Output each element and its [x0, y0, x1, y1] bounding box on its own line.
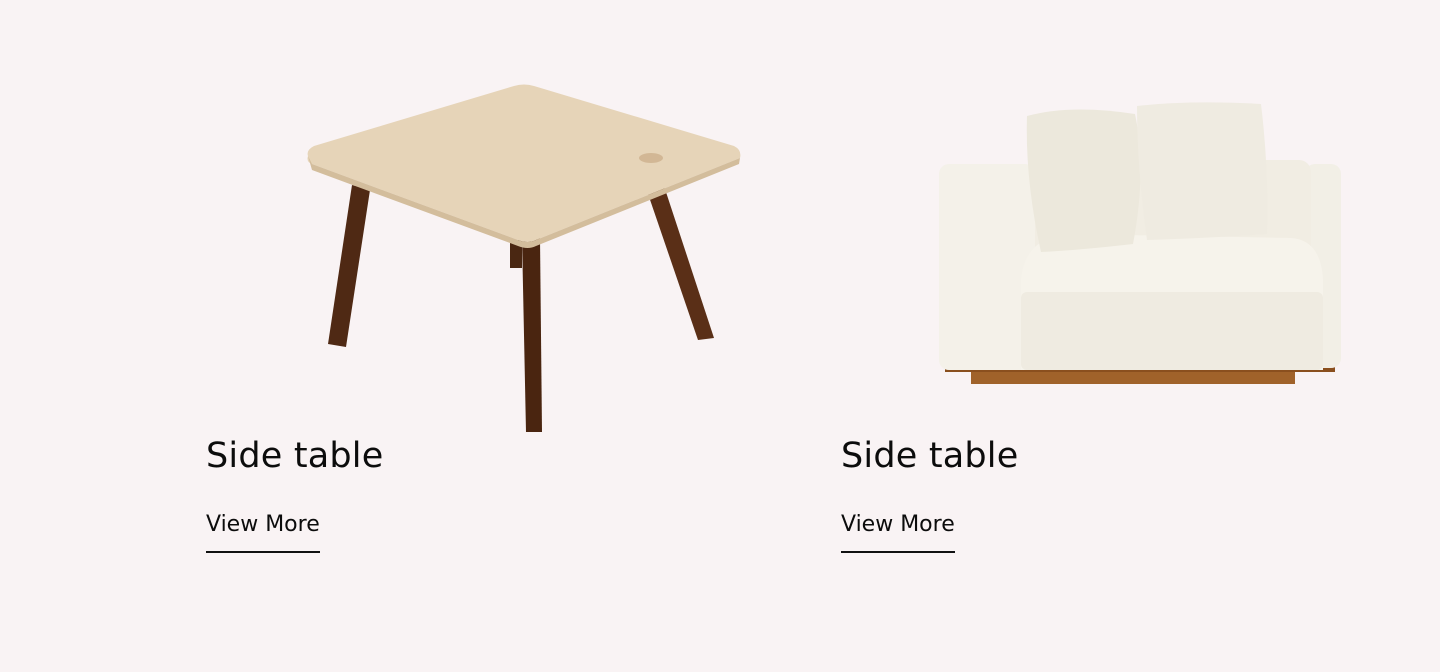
view-more-link[interactable]: View More: [841, 512, 955, 553]
product-title: Side table: [841, 436, 1019, 476]
product-card: Side table View More: [841, 0, 1401, 672]
product-grid: Side table View More Side table View Mor…: [0, 0, 1440, 672]
product-title: Side table: [206, 436, 384, 476]
product-card: Side table View More: [206, 0, 766, 672]
side-table-image[interactable]: [246, 70, 766, 440]
view-more-link[interactable]: View More: [206, 512, 320, 553]
sofa-armchair-image[interactable]: [921, 80, 1341, 400]
